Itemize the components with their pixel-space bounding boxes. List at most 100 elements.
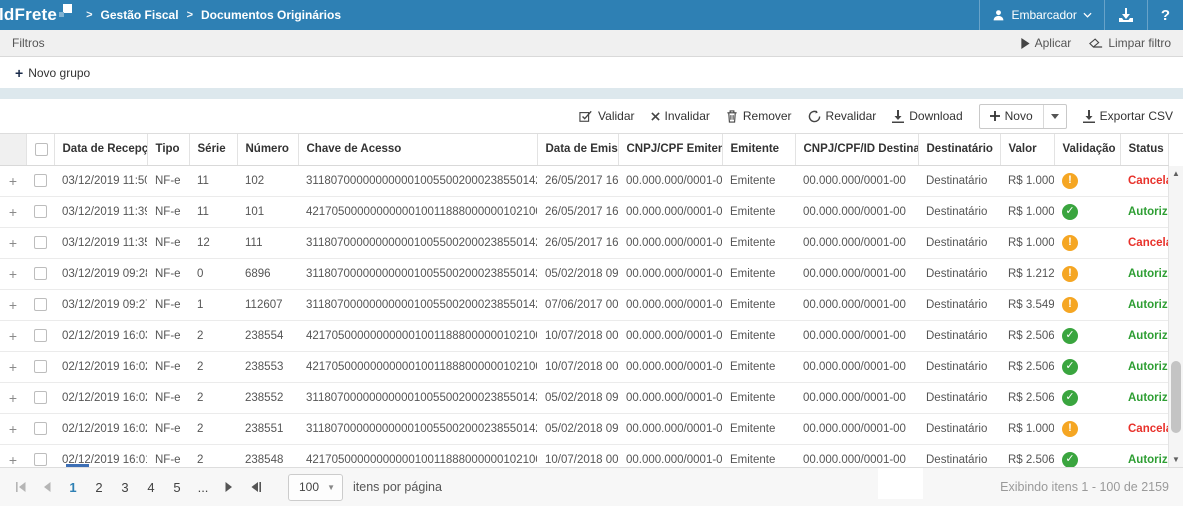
first-page-button[interactable] xyxy=(8,474,34,500)
select-all-checkbox[interactable] xyxy=(35,143,48,156)
page-2-button[interactable]: 2 xyxy=(86,474,112,500)
header-status[interactable]: Status xyxy=(1120,134,1168,165)
breadcrumb-item-gestao-fiscal[interactable]: Gestão Fiscal xyxy=(101,8,179,22)
cell-validacao: ✓ xyxy=(1054,382,1120,413)
invalidate-button[interactable]: Invalidar xyxy=(651,109,710,123)
expand-row-button[interactable]: + xyxy=(0,289,26,320)
breadcrumb-item-documentos-originarios[interactable]: Documentos Originários xyxy=(201,8,341,22)
header-tipo[interactable]: Tipo xyxy=(147,134,189,165)
cell-emitente: Emitente xyxy=(722,382,795,413)
pager-status-text: Exibindo itens 1 - 100 de 2159 xyxy=(1000,480,1169,494)
cell-data-recepcao: 02/12/2019 16:02 xyxy=(54,351,147,382)
cell-data-emissao: 05/02/2018 09:32 xyxy=(537,413,618,444)
cell-cnpj-destinatario: 00.000.000/0001-00 xyxy=(795,165,918,196)
cell-valor: R$ 1.212,50 xyxy=(1000,258,1054,289)
new-dropdown-button[interactable] xyxy=(1043,105,1066,128)
expand-row-button[interactable]: + xyxy=(0,351,26,382)
header-data-emissao[interactable]: Data de Emissão xyxy=(537,134,618,165)
cell-status: Autorizado xyxy=(1120,351,1168,382)
header-emitente[interactable]: Emitente xyxy=(722,134,795,165)
page-5-button[interactable]: 5 xyxy=(164,474,190,500)
cell-status: Autorizado xyxy=(1120,382,1168,413)
validate-button[interactable]: Validar xyxy=(579,109,634,123)
table-header-row: Data de Recepção↓ Tipo Série Número Chav… xyxy=(0,134,1168,165)
cell-cnpj-emitente: 00.000.000/0001-00 xyxy=(618,289,722,320)
row-checkbox[interactable] xyxy=(34,236,47,249)
row-checkbox[interactable] xyxy=(34,360,47,373)
row-checkbox[interactable] xyxy=(34,174,47,187)
cell-destinatario: Destinatário xyxy=(918,413,1000,444)
row-checkbox[interactable] xyxy=(34,205,47,218)
page-4-button[interactable]: 4 xyxy=(138,474,164,500)
app-logo: ldFrete xyxy=(0,2,72,28)
scroll-down-arrow-icon[interactable]: ▼ xyxy=(1169,452,1183,467)
cell-data-recepcao: 03/12/2019 11:39 xyxy=(54,196,147,227)
revalidate-label: Revalidar xyxy=(826,109,877,123)
expand-row-button[interactable]: + xyxy=(0,227,26,258)
play-icon xyxy=(1020,38,1030,49)
user-menu-embarcador[interactable]: Embarcador xyxy=(979,0,1103,30)
new-button[interactable]: Novo xyxy=(980,105,1043,128)
export-csv-button[interactable]: Exportar CSV xyxy=(1083,109,1173,123)
cell-serie: 11 xyxy=(189,196,237,227)
header-validacao[interactable]: Validação xyxy=(1054,134,1120,165)
page-3-button[interactable]: 3 xyxy=(112,474,138,500)
revalidate-button[interactable]: Revalidar xyxy=(808,109,877,123)
previous-page-button[interactable] xyxy=(34,474,60,500)
caret-down-icon xyxy=(1051,114,1059,119)
expand-row-button[interactable]: + xyxy=(0,258,26,289)
row-checkbox[interactable] xyxy=(34,298,47,311)
row-checkbox[interactable] xyxy=(34,391,47,404)
scroll-up-arrow-icon[interactable]: ▲ xyxy=(1169,166,1183,181)
cell-status: Cancelado xyxy=(1120,227,1168,258)
apply-filters-button[interactable]: Aplicar xyxy=(1020,36,1072,50)
cell-status: Autorizado xyxy=(1120,289,1168,320)
row-checkbox[interactable] xyxy=(34,267,47,280)
logo-square-icon xyxy=(59,4,72,17)
header-cnpj-emitente[interactable]: CNPJ/CPF Emitente xyxy=(618,134,722,165)
scrollbar-thumb[interactable] xyxy=(1171,361,1181,433)
cell-valor: R$ 1.000,00 xyxy=(1000,413,1054,444)
expand-row-button[interactable]: + xyxy=(0,165,26,196)
row-checkbox[interactable] xyxy=(34,453,47,466)
table-row: + 02/12/2019 16:02 NF-e 2 238551 3118070… xyxy=(0,413,1168,444)
header-serie[interactable]: Série xyxy=(189,134,237,165)
breadcrumb: > Gestão Fiscal > Documentos Originários xyxy=(86,8,341,22)
header-cnpj-destinatario[interactable]: CNPJ/CPF/ID Destinatário xyxy=(795,134,918,165)
header-data-recepcao[interactable]: Data de Recepção↓ xyxy=(54,134,147,165)
page-size-select[interactable]: 100 ▼ xyxy=(288,474,343,501)
expand-row-button[interactable]: + xyxy=(0,196,26,227)
cell-destinatario: Destinatário xyxy=(918,165,1000,196)
vertical-scrollbar[interactable]: ▲ ▼ xyxy=(1168,166,1183,467)
cell-cnpj-emitente: 00.000.000/0001-00 xyxy=(618,258,722,289)
expand-row-button[interactable]: + xyxy=(0,382,26,413)
last-page-button[interactable] xyxy=(242,474,268,500)
new-group-button[interactable]: + Novo grupo xyxy=(15,66,90,80)
validation-warning-icon: ! xyxy=(1062,421,1078,437)
cell-data-emissao: 10/07/2018 00:00 xyxy=(537,444,618,467)
clear-filters-button[interactable]: Limpar filtro xyxy=(1089,36,1171,50)
remove-button[interactable]: Remover xyxy=(726,109,792,123)
cell-data-emissao: 05/02/2018 09:32 xyxy=(537,382,618,413)
expand-row-button[interactable]: + xyxy=(0,320,26,351)
page-1-button[interactable]: 1 xyxy=(60,474,86,500)
more-pages-button[interactable]: ... xyxy=(190,480,216,495)
download-button[interactable]: Download xyxy=(892,109,962,123)
header-destinatario[interactable]: Destinatário xyxy=(918,134,1000,165)
cell-status: Autorizado xyxy=(1120,196,1168,227)
row-checkbox[interactable] xyxy=(34,329,47,342)
plus-icon: + xyxy=(15,66,23,80)
cell-numero: 238551 xyxy=(237,413,298,444)
table-row: + 02/12/2019 16:02 NF-e 2 238552 3118070… xyxy=(0,382,1168,413)
help-button[interactable]: ? xyxy=(1147,0,1183,30)
header-valor[interactable]: Valor xyxy=(1000,134,1054,165)
expand-row-button[interactable]: + xyxy=(0,413,26,444)
header-chave-acesso[interactable]: Chave de Acesso xyxy=(298,134,537,165)
cell-cnpj-destinatario: 00.000.000/0001-00 xyxy=(795,351,918,382)
row-checkbox[interactable] xyxy=(34,422,47,435)
cell-chave-acesso: 3118070000000000010055002000238550142941… xyxy=(298,227,537,258)
header-numero[interactable]: Número xyxy=(237,134,298,165)
expand-row-button[interactable]: + xyxy=(0,444,26,467)
downloads-button[interactable] xyxy=(1104,0,1147,30)
next-page-button[interactable] xyxy=(216,474,242,500)
